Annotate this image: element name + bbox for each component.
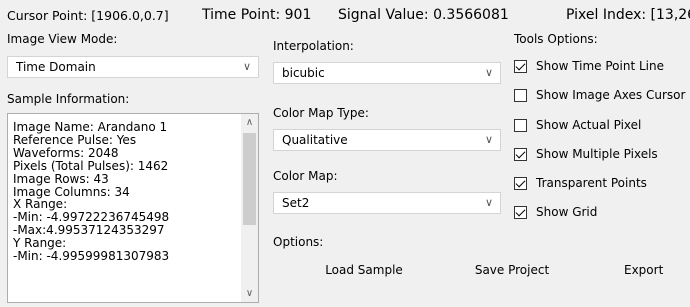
color-map-label: Color Map: [273, 169, 338, 183]
show-multiple-pixels-checkbox[interactable] [514, 148, 527, 161]
time-point-readout: Time Point: 901 [202, 7, 312, 23]
chevron-down-icon: ∨ [484, 66, 494, 79]
chevron-down-icon: ∨ [484, 133, 494, 146]
interpolation-select[interactable]: bicubic ∨ [273, 62, 501, 84]
show-multiple-pixels-label[interactable]: Show Multiple Pixels [536, 147, 658, 161]
color-map-type-label: Color Map Type: [273, 106, 369, 120]
image-view-mode-select[interactable]: Time Domain ∨ [7, 56, 259, 78]
image-view-mode-value: Time Domain [16, 60, 96, 74]
transparent-points-checkbox[interactable] [514, 177, 527, 190]
show-time-point-line-label[interactable]: Show Time Point Line [536, 59, 664, 73]
show-image-axes-cursor-label[interactable]: Show Image Axes Cursor [536, 88, 685, 102]
interpolation-label: Interpolation: [273, 39, 354, 53]
sample-info-line: -Min: -4.99599981307983 [13, 249, 170, 264]
cursor-point-readout: Cursor Point: [1906.0,0.7] [7, 8, 169, 23]
color-map-type-value: Qualitative [282, 133, 348, 147]
show-grid-label[interactable]: Show Grid [536, 205, 597, 219]
show-image-axes-cursor-checkbox[interactable] [514, 89, 527, 102]
scroll-down-icon[interactable]: ∨ [241, 285, 258, 302]
sample-information-list[interactable]: Image Name: Arandano 1 Reference Pulse: Y… [7, 113, 259, 303]
sample-info-line: Waveforms: 2048 [13, 145, 119, 160]
show-actual-pixel-label[interactable]: Show Actual Pixel [536, 118, 641, 132]
interpolation-value: bicubic [282, 66, 325, 80]
show-grid-checkbox[interactable] [514, 206, 527, 219]
sample-info-line: Image Rows: 43 [13, 171, 109, 186]
vertical-scrollbar[interactable]: ∧ ∨ [241, 114, 258, 302]
sample-info-line: Reference Pulse: Yes [13, 132, 137, 147]
scroll-up-icon[interactable]: ∧ [241, 114, 258, 131]
show-actual-pixel-checkbox[interactable] [514, 119, 527, 132]
sample-info-line: Pixels (Total Pulses): 1462 [13, 158, 169, 173]
chevron-down-icon: ∨ [484, 196, 494, 209]
transparent-points-label[interactable]: Transparent Points [536, 176, 647, 190]
sample-information-label: Sample Information: [7, 92, 130, 106]
tools-options-label: Tools Options: [514, 32, 598, 46]
color-map-value: Set2 [282, 196, 310, 210]
color-map-type-select[interactable]: Qualitative ∨ [273, 129, 501, 151]
pixel-index-readout: Pixel Index: [13,26] [566, 7, 690, 23]
signal-value-readout: Signal Value: 0.3566081 [338, 7, 509, 23]
sample-info-line: Image Name: Arandano 1 [13, 120, 168, 134]
image-view-mode-label: Image View Mode: [7, 32, 118, 46]
chevron-down-icon: ∨ [242, 60, 252, 73]
sample-information-content: Image Name: Arandano 1 Reference Pulse: Y… [13, 121, 238, 263]
color-map-select[interactable]: Set2 ∨ [273, 192, 501, 214]
show-time-point-line-checkbox[interactable] [514, 60, 527, 73]
options-label: Options: [273, 235, 324, 249]
export-pixels-button[interactable]: Export Pixels [612, 257, 690, 283]
save-project-button[interactable]: Save Project [464, 257, 560, 283]
scrollbar-thumb[interactable] [243, 133, 256, 225]
load-sample-button[interactable]: Load Sample [316, 257, 412, 283]
